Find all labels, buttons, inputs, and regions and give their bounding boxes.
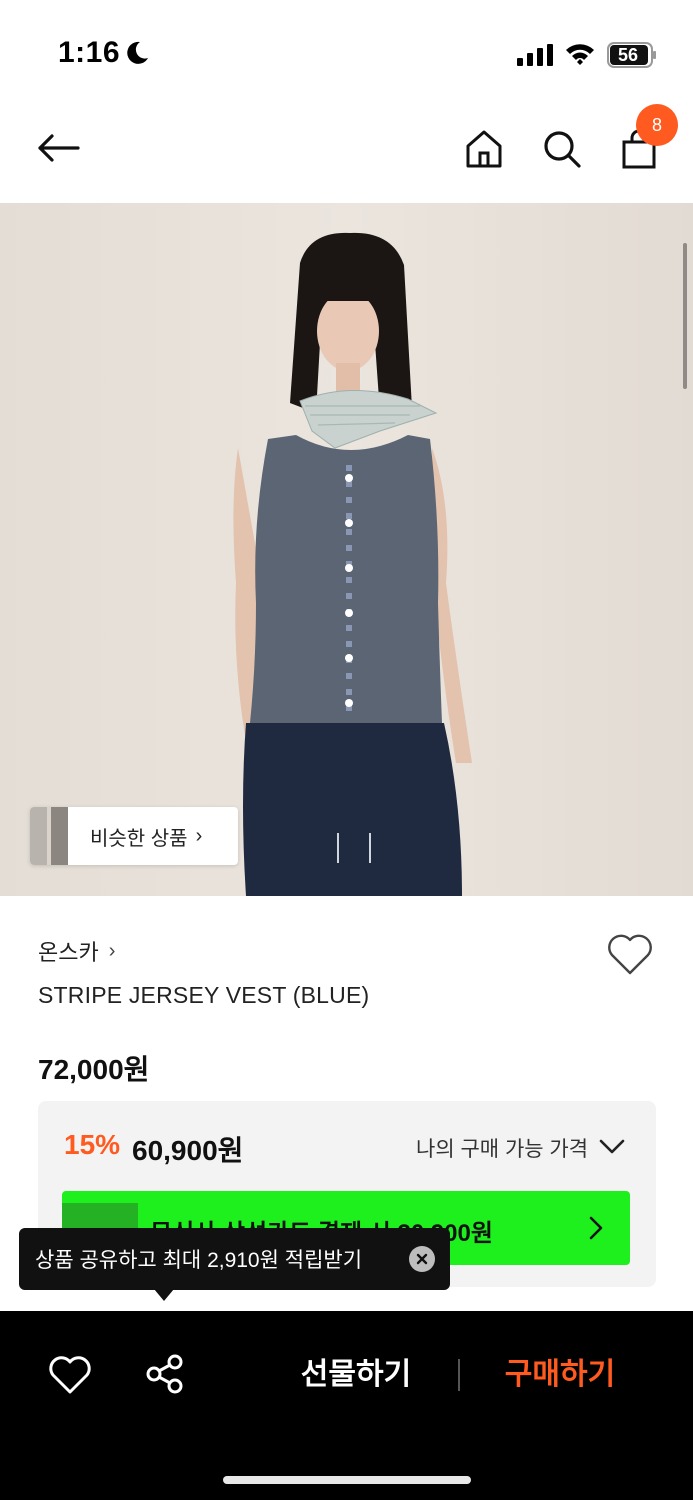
similar-products-button[interactable]: 비슷한 상품 › bbox=[30, 807, 238, 865]
gift-button[interactable]: 선물하기 bbox=[286, 1353, 426, 1397]
like-button[interactable] bbox=[606, 932, 654, 976]
share-button[interactable] bbox=[144, 1353, 186, 1395]
chevron-right-icon bbox=[589, 1216, 603, 1240]
chevron-right-icon: › bbox=[108, 939, 116, 962]
wifi-icon bbox=[566, 44, 594, 65]
home-button[interactable] bbox=[460, 124, 508, 174]
share-icon bbox=[146, 1354, 183, 1394]
brand-name: 온스카 bbox=[38, 940, 99, 965]
status-time: 1:16 bbox=[58, 36, 121, 69]
search-button[interactable] bbox=[538, 124, 586, 174]
share-reward-tooltip: 상품 공유하고 최대 2,910원 적립받기 bbox=[19, 1228, 450, 1290]
chevron-right-icon: › bbox=[195, 824, 203, 847]
home-indicator bbox=[223, 1476, 471, 1484]
moon-icon bbox=[127, 41, 148, 64]
cart-count-badge: 8 bbox=[636, 104, 678, 146]
battery-level: 56 bbox=[617, 45, 639, 65]
original-price: 72,000원 bbox=[38, 1054, 150, 1085]
similar-product-thumbnail bbox=[30, 807, 68, 865]
divider bbox=[458, 1359, 460, 1391]
close-icon bbox=[416, 1253, 428, 1265]
product-title: STRIPE JERSEY VEST (BLUE) bbox=[38, 982, 370, 1008]
tooltip-close-button[interactable] bbox=[409, 1246, 435, 1272]
chevron-down-icon[interactable] bbox=[598, 1135, 626, 1157]
search-icon bbox=[544, 131, 581, 168]
home-icon bbox=[466, 130, 502, 168]
product-image[interactable]: 비슷한 상품 › bbox=[0, 203, 693, 896]
tooltip-tail bbox=[154, 1289, 174, 1301]
similar-products-label: 비슷한 상품 bbox=[90, 827, 188, 850]
brand-link[interactable]: 온스카 › bbox=[38, 935, 115, 967]
discount-price: 60,900원 bbox=[132, 1135, 244, 1166]
tooltip-text: 상품 공유하고 최대 2,910원 적립받기 bbox=[35, 1249, 363, 1272]
back-button[interactable] bbox=[30, 126, 86, 170]
product-photo bbox=[0, 203, 693, 896]
bottom-like-button[interactable] bbox=[48, 1355, 92, 1395]
image-scroll-indicator bbox=[683, 243, 687, 389]
top-nav bbox=[0, 100, 693, 203]
back-arrow-icon bbox=[38, 134, 80, 162]
discount-rate: 15% bbox=[64, 1129, 121, 1160]
status-bar: 1:16 56 bbox=[0, 0, 693, 100]
signal-icon bbox=[517, 44, 553, 66]
bottom-action-bar: 선물하기 구매하기 bbox=[0, 1311, 693, 1500]
heart-icon bbox=[608, 934, 652, 975]
heart-icon bbox=[49, 1356, 91, 1394]
my-price-toggle[interactable]: 나의 구매 가능 가격 bbox=[416, 1133, 588, 1163]
buy-button[interactable]: 구매하기 bbox=[490, 1353, 630, 1397]
